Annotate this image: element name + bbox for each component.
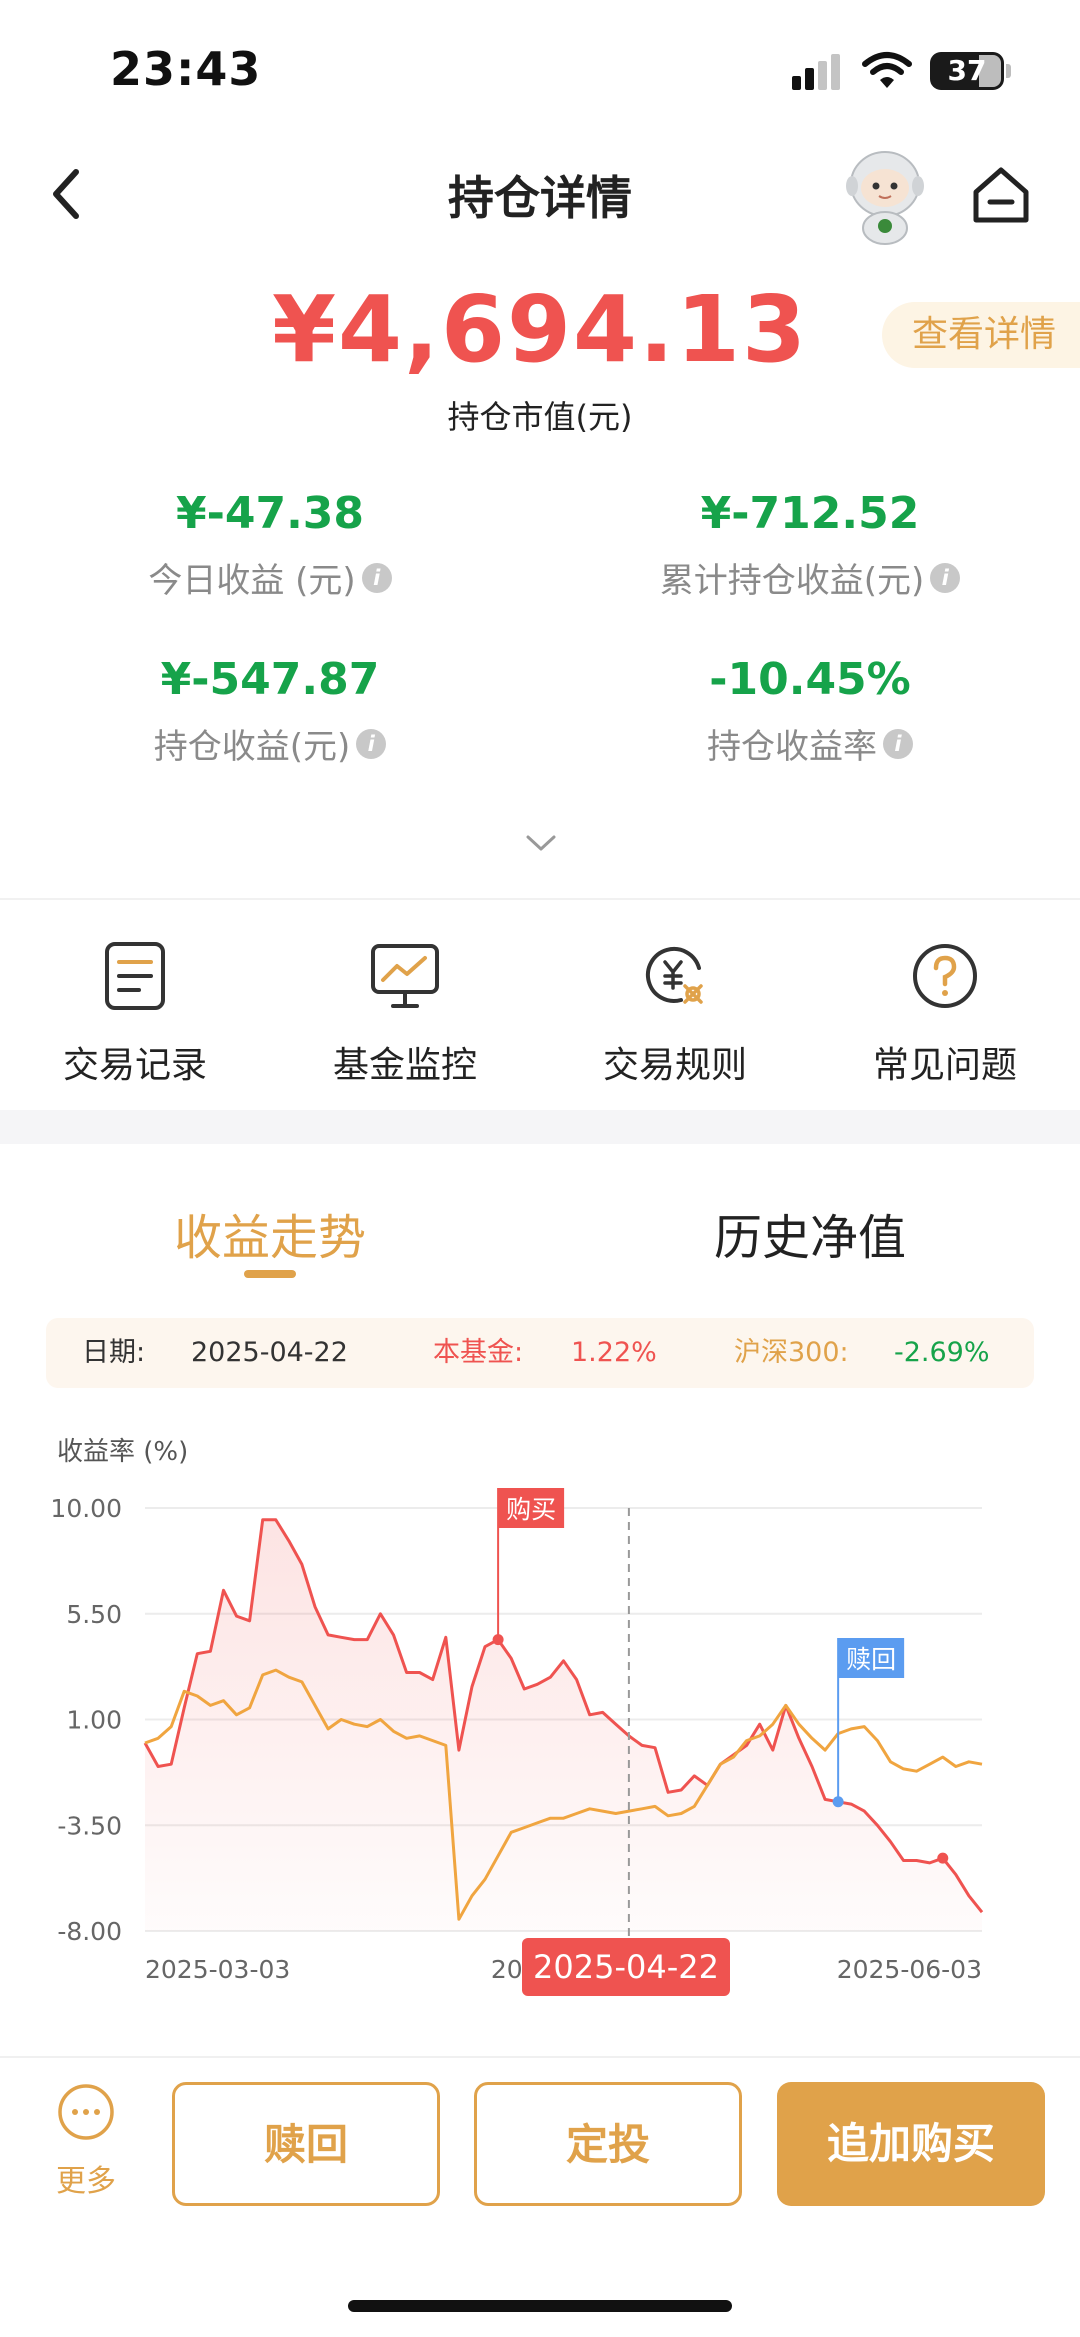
stat-label: 今日收益 (元) [148,561,356,601]
x-tick-label: 2025-03-03 [145,1955,290,1984]
stat-label: 持仓收益(元) [153,727,351,767]
stat-value: -10.45% [709,654,911,705]
stat-cumulative-profit: ¥-712.52 累计持仓收益(元) i [540,488,1080,602]
sip-button[interactable]: 定投 [474,2082,742,2206]
home-indicator [348,2300,732,2312]
stat-value: ¥-47.38 [175,488,365,539]
stat-value: ¥-547.87 [160,654,380,705]
buy-marker-label: 购买 [506,1495,556,1524]
buy-more-button[interactable]: 追加购买 [777,2082,1045,2206]
status-time: 23:43 [110,42,262,96]
y-axis-label: 收益率 (%) [57,1437,188,1467]
chart-cursor-date: 2025-04-22 [522,1938,730,1996]
menu-fund-monitor[interactable]: 基金监控 [270,938,540,1088]
cellular-signal-icon [792,54,840,90]
battery-icon: 37 [930,52,1004,90]
menu-trade-records[interactable]: 交易记录 [0,938,270,1088]
menu-faq[interactable]: 常见问题 [810,938,1080,1088]
section-gap [0,1110,1080,1144]
y-tick-label: -8.00 [57,1917,122,1946]
menu-trade-rules[interactable]: 交易规则 [540,938,810,1088]
menu-label: 交易记录 [62,1045,207,1086]
series-area [145,1519,982,1931]
y-tick-label: 1.00 [66,1706,122,1735]
y-tick-label: -3.50 [57,1811,122,1840]
chevron-down-icon[interactable] [524,832,558,854]
home-icon[interactable] [968,162,1034,228]
info-icon[interactable]: i [930,562,961,593]
fund-label: 本基金: [433,1337,524,1368]
date-value: 2025-04-22 [191,1337,348,1368]
index-value: -2.69% [894,1337,990,1368]
status-bar: 23:43 37 [0,0,1080,130]
stat-holding-profit: ¥-547.87 持仓收益(元) i [0,654,540,768]
buy-marker-dot [492,1634,504,1646]
y-tick-label: 10.00 [50,1494,122,1523]
tab-nav-history[interactable]: 历史净值 [540,1198,1080,1268]
battery-level: 37 [947,54,987,87]
info-icon[interactable]: i [361,562,392,593]
wifi-icon [862,52,912,88]
menu-label: 基金监控 [332,1045,477,1086]
chart-info-bar: 日期: 2025-04-22 本基金: 1.22% 沪深300: -2.69% [46,1318,1034,1388]
stat-today-profit: ¥-47.38 今日收益 (元) i [0,488,540,602]
more-button[interactable]: 更多 [44,2082,128,2200]
redeem-button[interactable]: 赎回 [172,2082,440,2206]
y-tick-label: 5.50 [66,1600,122,1629]
menu-label: 交易规则 [602,1045,747,1086]
redeem-marker-dot [832,1796,844,1808]
stat-value: ¥-712.52 [700,488,920,539]
battery-tip [1006,64,1011,78]
profit-trend-chart[interactable]: 收益率 (%) 10.00 5.50 1.00 -3.50 -8.00 2025-03-03… [0,1410,1080,2010]
stat-label: 累计持仓收益(元) [659,561,925,601]
x-tick-label: 2025-06-03 [837,1955,982,1984]
redeem-marker-label: 赎回 [846,1645,896,1674]
more-label: 更多 [56,2164,116,2199]
date-label: 日期: [82,1337,146,1368]
stat-label: 持仓收益率 [707,727,877,767]
index-label: 沪深300: [734,1337,849,1368]
question-icon [913,944,977,1008]
mascot-robot-icon[interactable] [838,142,932,246]
fund-value: 1.22% [571,1337,657,1368]
document-icon [105,942,165,1010]
info-icon[interactable]: i [883,728,913,759]
more-icon [58,2084,114,2140]
monitor-chart-icon [371,944,439,1008]
info-icon[interactable]: i [356,728,387,759]
view-details-button[interactable]: 查看详情 [882,302,1080,368]
yuan-exchange-icon [645,946,703,1004]
stat-holding-return-rate: -10.45% 持仓收益率 i [540,654,1080,768]
tab-profit-trend[interactable]: 收益走势 [0,1198,540,1268]
holding-market-value-label: 持仓市值(元) [447,398,633,436]
section-divider [0,898,1080,900]
series-point-marker [937,1852,949,1864]
tab-active-indicator [244,1270,296,1278]
menu-label: 常见问题 [872,1045,1017,1086]
